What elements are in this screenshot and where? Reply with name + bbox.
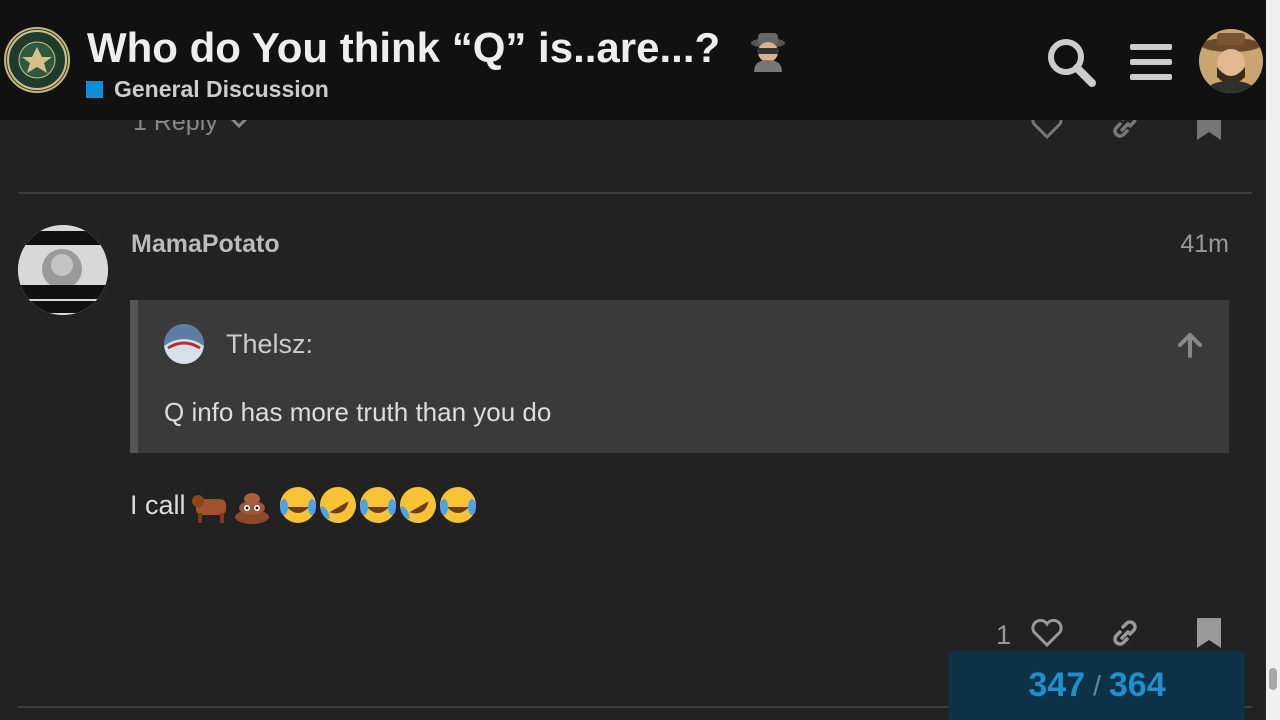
link-icon[interactable] bbox=[1108, 618, 1142, 648]
like-count[interactable]: 1 bbox=[996, 620, 1011, 651]
rofl-emoji-icon bbox=[319, 487, 356, 523]
progress-separator: / bbox=[1093, 669, 1101, 701]
category-name: General Discussion bbox=[114, 75, 329, 102]
post-username[interactable]: MamaPotato bbox=[131, 230, 280, 259]
post-text: I call bbox=[130, 489, 186, 520]
topic-progress[interactable]: 347 / 364 bbox=[949, 651, 1245, 720]
bookmark-icon[interactable] bbox=[1196, 618, 1222, 648]
site-logo[interactable] bbox=[4, 27, 70, 93]
quoted-user-avatar[interactable] bbox=[164, 324, 204, 364]
post-date[interactable]: 41m bbox=[1150, 230, 1229, 259]
search-icon bbox=[1048, 39, 1096, 87]
page-scrollbar[interactable] bbox=[1266, 0, 1280, 720]
hamburger-icon bbox=[1130, 44, 1172, 80]
heart-icon[interactable] bbox=[1030, 618, 1064, 648]
joy-emoji-icon bbox=[359, 487, 396, 523]
current-user-avatar[interactable] bbox=[1199, 29, 1263, 93]
progress-current: 347 bbox=[1028, 666, 1086, 704]
search-button[interactable] bbox=[1043, 34, 1099, 90]
quoted-username: Thelsz: bbox=[226, 329, 314, 359]
hamburger-menu-button[interactable] bbox=[1123, 34, 1179, 90]
post-quote: Thelsz: Q info has more truth than you d… bbox=[130, 300, 1229, 453]
emoji-row bbox=[190, 485, 478, 525]
category-color-square bbox=[86, 80, 103, 98]
category-badge[interactable]: General Discussion bbox=[86, 76, 329, 102]
quoted-text: Q info has more truth than you do bbox=[164, 397, 552, 427]
scrollbar-thumb[interactable] bbox=[1269, 668, 1277, 690]
topic-title[interactable]: Who do You think “Q” is..are...? bbox=[87, 22, 720, 74]
post-divider bbox=[18, 192, 1252, 194]
progress-total: 364 bbox=[1108, 666, 1166, 704]
site-header: Who do You think “Q” is..are...? General… bbox=[0, 0, 1280, 120]
rofl-emoji-icon bbox=[399, 487, 436, 523]
post-author-avatar[interactable] bbox=[18, 225, 108, 315]
post-body: I call bbox=[130, 484, 478, 526]
joy-emoji-icon bbox=[439, 487, 476, 523]
poop-emoji-icon bbox=[234, 493, 269, 524]
joy-emoji-icon bbox=[279, 487, 316, 523]
ox-emoji-icon bbox=[191, 495, 226, 523]
detective-emoji-icon bbox=[748, 30, 788, 72]
arrow-up-icon[interactable] bbox=[1177, 332, 1203, 358]
